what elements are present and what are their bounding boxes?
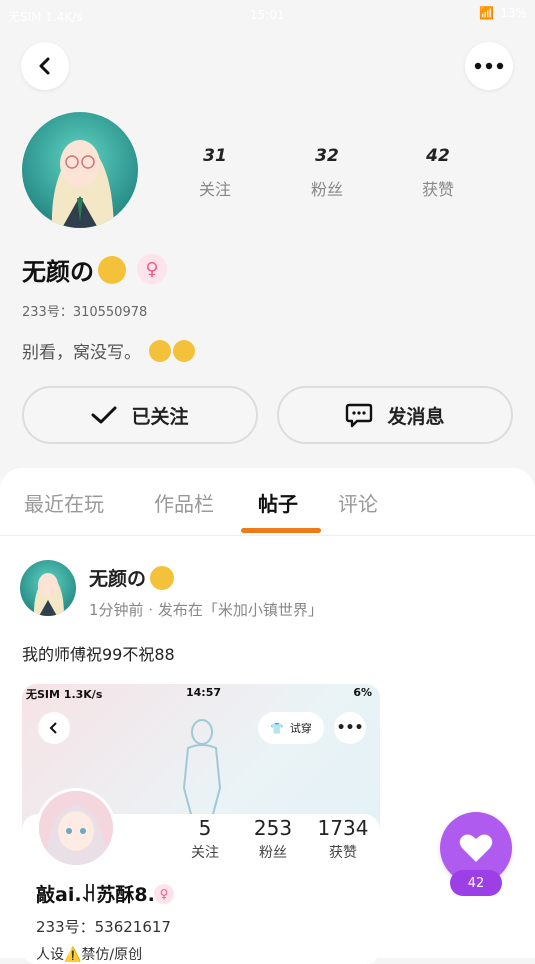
stat-likes-label: 获赞 [421,180,454,199]
avatar-illustration [51,140,114,228]
status-time: 15:01 [250,8,285,22]
post-image-status-bar: 无SIM 1.3K/s 14:57 6% [26,686,372,702]
stat-following-value: 31 [203,146,227,166]
avatar-mannequin-icon [182,719,222,818]
post-image-more-icon: ••• [334,712,366,744]
post-image-stat-likes-label: 获赞 [329,845,357,861]
stat-likes[interactable]: 42 获赞 [398,146,478,200]
post-image-stat-following-label: 关注 [191,845,219,861]
post-image-try-label: 试穿 [289,722,312,735]
profile-name: 无颜の [22,252,126,287]
profile-bio-text: 别看，窝没写。 [22,343,141,363]
stat-followers-label: 粉丝 [310,180,343,199]
profile-name-text: 无颜の [22,258,94,286]
post-image-status-left: 无SIM 1.3K/s [26,688,103,701]
post-image-name: 敲ai.ꃅ苏酥8. [36,884,155,906]
chat-bubble-icon [346,403,373,428]
stat-following[interactable]: 31 关注 [175,146,255,200]
stat-likes-value: 42 [426,146,450,166]
active-tab-indicator [241,528,321,533]
wifi-icon: 📶 [479,6,495,20]
like-count: 42 [450,870,502,896]
status-right: 📶 13% [479,6,527,20]
female-icon: ♀ [137,254,167,284]
post-avatar-illustration [33,573,64,616]
post-author-name[interactable]: 无颜の [89,564,175,591]
post-image-stat-followers-value: 253 [253,816,293,840]
more-icon [474,62,504,70]
post-image-female-icon: ♀ [154,884,174,904]
message-button[interactable]: 发消息 [277,386,513,444]
blush-emoji-icon [149,339,195,362]
stat-followers-value: 32 [315,146,339,166]
post-image-stat-likes: 1734 获赞 [308,816,378,862]
post-image-stat-following: 5 关注 [170,816,240,862]
smirk-emoji-icon [150,565,175,590]
status-bar: 无SIM 1.4K/s 15:01 📶 13% [0,0,535,34]
post-image[interactable]: 无SIM 1.3K/s 14:57 6% 👕 试穿 ••• 5 关注 253 粉… [22,684,380,964]
post-meta: 1分钟前 · 发布在「米加小镇世界」 [89,601,323,619]
post-image-avatar [36,788,116,868]
post-image-stat-likes-value: 1734 [317,816,369,840]
tab-bar: 最近在玩 作品栏 帖子 评论 [0,468,535,536]
post-text: 我的师傅祝99不祝88 [22,645,175,664]
tab-recent-play[interactable]: 最近在玩 [24,488,104,517]
post-image-back-icon [38,712,70,744]
tab-works[interactable]: 作品栏 [154,488,214,517]
more-button[interactable] [465,42,513,90]
follow-button[interactable]: 已关注 [22,386,258,444]
profile-avatar[interactable] [22,112,138,228]
message-button-label: 发消息 [387,405,445,428]
post-image-stat-following-value: 5 [198,816,212,840]
post-image-try-on: 👕 试穿 [258,712,324,744]
post-image-stat-followers: 253 粉丝 [238,816,308,862]
shirt-icon: 👕 [270,721,284,735]
battery-text: 13% [500,6,527,20]
follow-button-label: 已关注 [131,405,189,428]
back-arrow-icon [39,57,50,75]
post-image-role: 人设⚠️禁仿/原创 [36,947,143,963]
tab-posts[interactable]: 帖子 [258,488,298,517]
post-image-status-time: 14:57 [186,686,222,699]
profile-uid: 233号：310550978 [22,305,148,320]
check-icon [91,406,117,424]
smirk-emoji-icon [98,255,126,284]
back-button[interactable] [21,42,69,90]
heart-icon [459,834,493,862]
stat-following-label: 关注 [198,180,231,199]
tab-comments[interactable]: 评论 [338,488,378,517]
stat-followers[interactable]: 32 粉丝 [287,146,367,200]
profile-bio: 别看，窝没写。 [22,338,195,363]
post-image-status-right: 6% [353,686,372,699]
post-image-stat-followers-label: 粉丝 [259,845,287,861]
post-author-name-text: 无颜の [89,568,147,590]
post-image-uid: 233号：53621617 [36,918,171,936]
status-carrier: 无SIM 1.4K/s [8,10,83,24]
post-author-avatar[interactable] [20,560,76,616]
